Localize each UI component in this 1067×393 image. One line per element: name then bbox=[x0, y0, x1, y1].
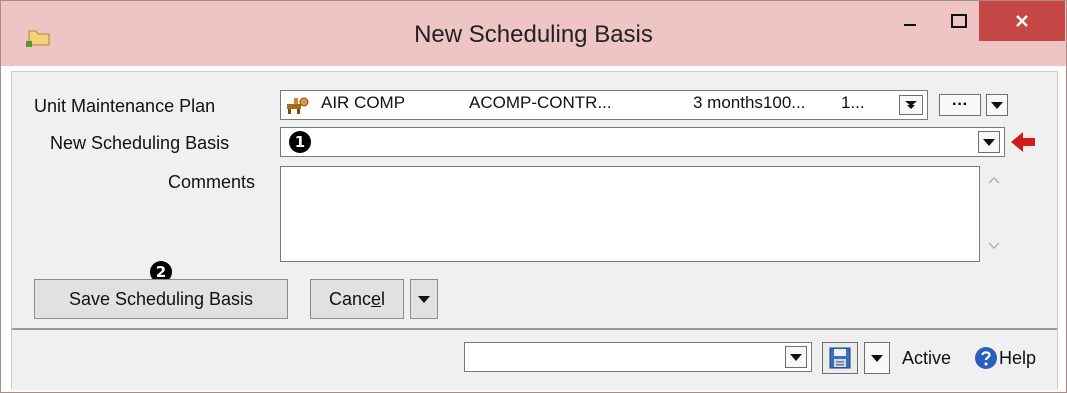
active-status-label: Active bbox=[902, 348, 952, 368]
status-bar: Active Help bbox=[12, 328, 1057, 390]
basis-select[interactable]: 1 bbox=[280, 127, 1005, 157]
plan-item-extra: 1... bbox=[841, 93, 865, 112]
cancel-menu-dropdown[interactable] bbox=[410, 279, 438, 319]
layout-menu-dropdown[interactable] bbox=[864, 342, 890, 374]
plan-menu-dropdown[interactable] bbox=[986, 94, 1008, 116]
basis-label: New Scheduling Basis bbox=[50, 133, 230, 153]
save-button-label: Save Scheduling Basis bbox=[68, 288, 254, 309]
comments-textarea[interactable] bbox=[280, 166, 980, 262]
floppy-disk-icon bbox=[829, 347, 851, 369]
chevron-down-icon bbox=[983, 138, 995, 146]
cancel-button[interactable]: Cancel bbox=[310, 279, 404, 319]
chevron-down-icon bbox=[418, 295, 430, 303]
comments-label: Comments bbox=[168, 172, 256, 192]
help-link[interactable]: Help bbox=[974, 346, 1036, 370]
close-button[interactable] bbox=[979, 1, 1065, 41]
plan-field[interactable]: AIR COMP ACOMP-CONTR... 3 months100... 1… bbox=[280, 90, 928, 120]
chevron-down-icon bbox=[790, 353, 802, 361]
dialog-window: New Scheduling Basis Unit Maintenance Pl… bbox=[0, 0, 1067, 393]
help-label: Help bbox=[999, 347, 1037, 368]
status-combo[interactable] bbox=[464, 342, 812, 372]
plan-item-name: AIR COMP bbox=[321, 93, 406, 112]
help-icon bbox=[975, 347, 997, 369]
cancel-label-mnemonic: e bbox=[371, 288, 382, 309]
plan-item-code: ACOMP-CONTR... bbox=[469, 93, 612, 112]
plan-lookup-button[interactable]: ··· bbox=[939, 94, 981, 116]
callout-1: 1 bbox=[289, 131, 311, 153]
minimize-button[interactable] bbox=[881, 1, 939, 41]
form-panel: Unit Maintenance Plan AIR COMP ACOMP-CON… bbox=[11, 71, 1058, 390]
maximize-button[interactable] bbox=[939, 1, 979, 41]
cancel-button-label: Cancel bbox=[329, 289, 385, 310]
scroll-down-icon[interactable] bbox=[988, 242, 1000, 250]
chevron-down-icon bbox=[871, 354, 883, 362]
air-compressor-icon bbox=[287, 97, 309, 114]
cancel-label-prefix: Canc bbox=[328, 288, 371, 309]
status-combo-dropdown[interactable] bbox=[785, 346, 807, 368]
maximize-icon bbox=[951, 14, 967, 28]
cancel-label-suffix: l bbox=[381, 288, 386, 309]
plan-dropdown-button[interactable] bbox=[899, 95, 923, 115]
title-bar[interactable]: New Scheduling Basis bbox=[1, 1, 1066, 66]
save-scheduling-basis-button[interactable]: Save Scheduling Basis bbox=[34, 279, 288, 319]
save-layout-button[interactable] bbox=[822, 342, 858, 374]
basis-dropdown-button[interactable] bbox=[978, 131, 1000, 153]
plan-label: Unit Maintenance Plan bbox=[34, 96, 216, 116]
ellipsis-icon: ··· bbox=[952, 96, 968, 113]
plan-item-interval: 3 months100... bbox=[693, 93, 806, 112]
minimize-icon bbox=[904, 24, 916, 26]
chevron-down-icon bbox=[991, 101, 1003, 109]
red-arrow-left-icon bbox=[1011, 132, 1035, 152]
close-icon bbox=[1016, 15, 1028, 27]
scroll-up-icon[interactable] bbox=[988, 176, 1000, 184]
comments-scrollbar[interactable] bbox=[982, 168, 1006, 262]
double-chevron-down-icon bbox=[905, 101, 917, 109]
